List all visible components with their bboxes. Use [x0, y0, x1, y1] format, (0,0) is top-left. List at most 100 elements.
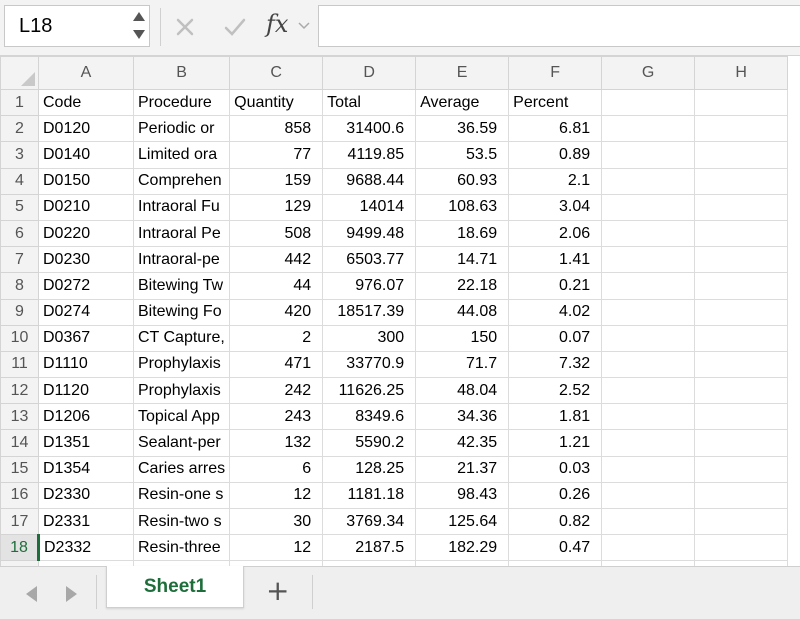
cell-b18[interactable]: Resin-three: [134, 535, 230, 561]
cell-h14[interactable]: [695, 430, 788, 456]
cell-f10[interactable]: 0.07: [509, 325, 602, 351]
row-header[interactable]: 10: [1, 325, 39, 351]
column-header-h[interactable]: H: [695, 57, 788, 90]
cell-a1[interactable]: Code: [39, 90, 134, 116]
cell-e14[interactable]: 42.35: [416, 430, 509, 456]
cell-e15[interactable]: 21.37: [416, 456, 509, 482]
cell-f9[interactable]: 4.02: [509, 299, 602, 325]
cell-f3[interactable]: 0.89: [509, 142, 602, 168]
cell-d13[interactable]: 8349.6: [323, 404, 416, 430]
cell-a18[interactable]: D2332: [39, 535, 134, 561]
cell-c12[interactable]: 242: [230, 378, 323, 404]
cell-b10[interactable]: CT Capture,: [134, 325, 230, 351]
cell-h4[interactable]: [695, 168, 788, 194]
cell-a3[interactable]: D0140: [39, 142, 134, 168]
cell-e16[interactable]: 98.43: [416, 482, 509, 508]
cell-f16[interactable]: 0.26: [509, 482, 602, 508]
cell-h10[interactable]: [695, 325, 788, 351]
cell-b6[interactable]: Intraoral Pe: [134, 220, 230, 246]
cell-h16[interactable]: [695, 482, 788, 508]
scroll-tabs-right-icon[interactable]: [66, 586, 77, 602]
row-header[interactable]: 17: [1, 509, 39, 535]
cell-a9[interactable]: D0274: [39, 299, 134, 325]
cell-f1[interactable]: Percent: [509, 90, 602, 116]
cell-a14[interactable]: D1351: [39, 430, 134, 456]
cell-h9[interactable]: [695, 299, 788, 325]
chevron-down-icon[interactable]: [298, 22, 310, 30]
cell-d12[interactable]: 11626.25: [323, 378, 416, 404]
cell-b8[interactable]: Bitewing Tw: [134, 273, 230, 299]
cell-e12[interactable]: 48.04: [416, 378, 509, 404]
cell-g5[interactable]: [602, 194, 695, 220]
cell-d11[interactable]: 33770.9: [323, 351, 416, 377]
row-header[interactable]: 14: [1, 430, 39, 456]
cell-c8[interactable]: 44: [230, 273, 323, 299]
row-header[interactable]: 11: [1, 351, 39, 377]
cell-g8[interactable]: [602, 273, 695, 299]
cell-a2[interactable]: D0120: [39, 116, 134, 142]
check-icon[interactable]: [220, 12, 250, 42]
row-header[interactable]: 18: [1, 535, 39, 561]
cell-g10[interactable]: [602, 325, 695, 351]
cell-d1[interactable]: Total: [323, 90, 416, 116]
row-header[interactable]: 8: [1, 273, 39, 299]
cell-e11[interactable]: 71.7: [416, 351, 509, 377]
cell-c2[interactable]: 858: [230, 116, 323, 142]
cell-b14[interactable]: Sealant-per: [134, 430, 230, 456]
cell-d3[interactable]: 4119.85: [323, 142, 416, 168]
cell-a12[interactable]: D1120: [39, 378, 134, 404]
cell-d7[interactable]: 6503.77: [323, 247, 416, 273]
cell-a4[interactable]: D0150: [39, 168, 134, 194]
cell-g9[interactable]: [602, 299, 695, 325]
cell-d16[interactable]: 1181.18: [323, 482, 416, 508]
row-header[interactable]: 4: [1, 168, 39, 194]
cell-h17[interactable]: [695, 509, 788, 535]
cell-c13[interactable]: 243: [230, 404, 323, 430]
cell-e2[interactable]: 36.59: [416, 116, 509, 142]
cell-e4[interactable]: 60.93: [416, 168, 509, 194]
cell-f7[interactable]: 1.41: [509, 247, 602, 273]
cell-f2[interactable]: 6.81: [509, 116, 602, 142]
cell-e8[interactable]: 22.18: [416, 273, 509, 299]
cell-g11[interactable]: [602, 351, 695, 377]
cell-h8[interactable]: [695, 273, 788, 299]
column-header-g[interactable]: G: [602, 57, 695, 90]
cell-f17[interactable]: 0.82: [509, 509, 602, 535]
cell-h1[interactable]: [695, 90, 788, 116]
cell-d8[interactable]: 976.07: [323, 273, 416, 299]
cell-a8[interactable]: D0272: [39, 273, 134, 299]
cell-b3[interactable]: Limited ora: [134, 142, 230, 168]
insert-function-button[interactable]: fx: [266, 10, 288, 38]
column-header-f[interactable]: F: [509, 57, 602, 90]
cell-f11[interactable]: 7.32: [509, 351, 602, 377]
cell-h2[interactable]: [695, 116, 788, 142]
cell-d14[interactable]: 5590.2: [323, 430, 416, 456]
formula-input[interactable]: [318, 5, 800, 47]
chevron-up-icon[interactable]: [133, 12, 145, 21]
cell-e5[interactable]: 108.63: [416, 194, 509, 220]
cell-a11[interactable]: D1110: [39, 351, 134, 377]
cell-c4[interactable]: 159: [230, 168, 323, 194]
cell-f4[interactable]: 2.1: [509, 168, 602, 194]
row-header[interactable]: 5: [1, 194, 39, 220]
cell-a7[interactable]: D0230: [39, 247, 134, 273]
cell-h13[interactable]: [695, 404, 788, 430]
cell-a16[interactable]: D2330: [39, 482, 134, 508]
cell-e9[interactable]: 44.08: [416, 299, 509, 325]
cell-b9[interactable]: Bitewing Fo: [134, 299, 230, 325]
sheet-tab-sheet1[interactable]: Sheet1: [106, 566, 244, 608]
cell-c17[interactable]: 30: [230, 509, 323, 535]
cell-g1[interactable]: [602, 90, 695, 116]
cell-c18[interactable]: 12: [230, 535, 323, 561]
cell-b16[interactable]: Resin-one s: [134, 482, 230, 508]
cell-a15[interactable]: D1354: [39, 456, 134, 482]
row-header[interactable]: 7: [1, 247, 39, 273]
cancel-icon[interactable]: [170, 12, 200, 42]
cell-g2[interactable]: [602, 116, 695, 142]
column-header-e[interactable]: E: [416, 57, 509, 90]
column-header-d[interactable]: D: [323, 57, 416, 90]
cell-e1[interactable]: Average: [416, 90, 509, 116]
cell-b7[interactable]: Intraoral-pe: [134, 247, 230, 273]
cell-c5[interactable]: 129: [230, 194, 323, 220]
cell-c6[interactable]: 508: [230, 220, 323, 246]
